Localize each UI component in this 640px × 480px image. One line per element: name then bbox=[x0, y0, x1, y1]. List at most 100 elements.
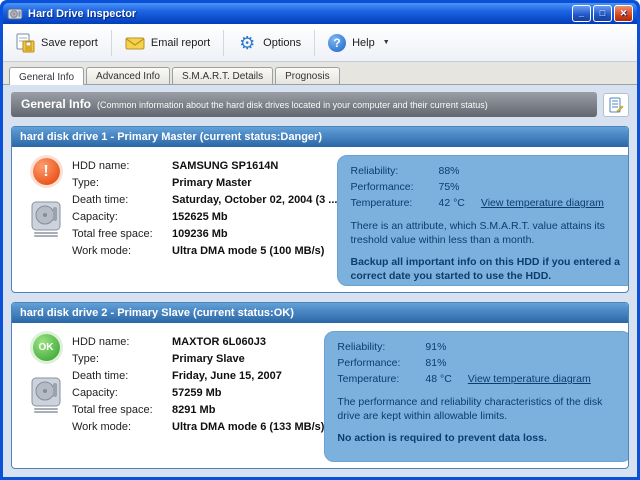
toolbar-separator bbox=[223, 30, 224, 56]
temperature-diagram-link[interactable]: View temperature diagram bbox=[468, 373, 591, 385]
stat-label: Temperature: bbox=[350, 197, 438, 209]
stat-row: Reliability: 88% bbox=[350, 163, 628, 179]
stat-label: Temperature: bbox=[337, 373, 425, 385]
titlebar: Hard Drive Inspector _ □ ✕ bbox=[3, 3, 637, 24]
field-label: Total free space: bbox=[72, 228, 172, 240]
drive-2-body: OK bbox=[12, 323, 628, 468]
tab-advanced-info[interactable]: Advanced Info bbox=[86, 67, 170, 84]
stat-value: 81% bbox=[425, 357, 446, 369]
field-label: Total free space: bbox=[72, 404, 172, 416]
stat-row: Performance: 81% bbox=[337, 355, 619, 371]
stat-label: Performance: bbox=[350, 181, 438, 193]
save-report-icon bbox=[15, 33, 35, 53]
drive-1-icon-column: ! bbox=[20, 155, 72, 286]
stat-row: Performance: 75% bbox=[350, 179, 628, 195]
field-row: Work mode: Ultra DMA mode 5 (100 MB/s) bbox=[72, 242, 337, 259]
field-row: Death time: Friday, June 15, 2007 bbox=[72, 367, 324, 384]
email-report-button[interactable]: Email report bbox=[117, 28, 218, 58]
field-value: 57259 Mb bbox=[172, 387, 222, 399]
drive-panel-2: hard disk drive 2 - Primary Slave (curre… bbox=[11, 302, 629, 469]
stat-row: Temperature: 42 °C View temperature diag… bbox=[350, 195, 628, 211]
field-value: SAMSUNG SP1614N bbox=[172, 160, 278, 172]
tab-prognosis[interactable]: Prognosis bbox=[275, 67, 339, 84]
drive-2-advice: No action is required to prevent data lo… bbox=[337, 432, 619, 446]
field-row: HDD name: MAXTOR 6L060J3 bbox=[72, 333, 324, 350]
field-value: Friday, June 15, 2007 bbox=[172, 370, 282, 382]
field-value: 109236 Mb bbox=[172, 228, 228, 240]
window-title: Hard Drive Inspector bbox=[28, 8, 567, 20]
tab-smart-details[interactable]: S.M.A.R.T. Details bbox=[172, 67, 273, 84]
drive-panel-1: hard disk drive 1 - Primary Master (curr… bbox=[11, 126, 629, 293]
toolbar-separator bbox=[111, 30, 112, 56]
field-value: Primary Slave bbox=[172, 353, 245, 365]
field-row: Type: Primary Slave bbox=[72, 350, 324, 367]
stat-row: Temperature: 48 °C View temperature diag… bbox=[337, 371, 619, 387]
stat-label: Reliability: bbox=[337, 341, 425, 353]
drive-2-fields: HDD name: MAXTOR 6L060J3 Type: Primary S… bbox=[72, 331, 324, 462]
field-value: Saturday, October 02, 2004 (3 ... bbox=[172, 194, 337, 206]
drive-1-fields: HDD name: SAMSUNG SP1614N Type: Primary … bbox=[72, 155, 337, 286]
app-window: Hard Drive Inspector _ □ ✕ bbox=[0, 0, 640, 480]
section-row: General Info (Common information about t… bbox=[11, 92, 629, 117]
save-report-button[interactable]: Save report bbox=[7, 28, 106, 58]
stat-value: 42 °C bbox=[438, 197, 464, 209]
stat-row: Reliability: 91% bbox=[337, 339, 619, 355]
field-label: Work mode: bbox=[72, 421, 172, 433]
field-label: Type: bbox=[72, 177, 172, 189]
field-value: 152625 Mb bbox=[172, 211, 228, 223]
email-report-icon bbox=[125, 33, 145, 53]
tabstrip: General Info Advanced Info S.M.A.R.T. De… bbox=[3, 62, 637, 85]
field-row: Capacity: 57259 Mb bbox=[72, 384, 324, 401]
section-header: General Info (Common information about t… bbox=[11, 92, 597, 117]
minimize-button[interactable]: _ bbox=[572, 5, 591, 22]
drive-2-message: The performance and reliability characte… bbox=[337, 396, 619, 423]
hdd-icon bbox=[30, 377, 62, 416]
section-subtitle: (Common information about the hard disk … bbox=[97, 93, 488, 118]
drive-2-header: hard disk drive 2 - Primary Slave (curre… bbox=[12, 303, 628, 323]
drive-1-message: There is an attribute, which S.M.A.R.T. … bbox=[350, 220, 628, 247]
stat-value: 88% bbox=[438, 165, 459, 177]
drive-1-header: hard disk drive 1 - Primary Master (curr… bbox=[12, 127, 628, 147]
help-button[interactable]: ? Help ▼ bbox=[320, 29, 398, 57]
options-label: Options bbox=[263, 37, 301, 49]
maximize-button[interactable]: □ bbox=[593, 5, 612, 22]
gear-icon: ⚙ bbox=[237, 33, 257, 53]
field-label: Work mode: bbox=[72, 245, 172, 257]
toolbar: Save report Email report ⚙ Options bbox=[3, 24, 637, 62]
drive-1-status-box: Reliability: 88% Performance: 75% Temper… bbox=[337, 155, 628, 286]
section-title: General Info bbox=[21, 92, 91, 117]
options-button[interactable]: ⚙ Options bbox=[229, 28, 309, 58]
field-row: Total free space: 109236 Mb bbox=[72, 225, 337, 242]
temperature-diagram-link[interactable]: View temperature diagram bbox=[481, 197, 604, 209]
field-value: Ultra DMA mode 6 (133 MB/s) bbox=[172, 421, 324, 433]
tab-general-info[interactable]: General Info bbox=[9, 67, 84, 85]
report-document-icon bbox=[608, 97, 624, 113]
drive-1-body: ! bbox=[12, 147, 628, 292]
app-icon bbox=[7, 6, 23, 22]
field-row: Capacity: 152625 Mb bbox=[72, 208, 337, 225]
field-row: Type: Primary Master bbox=[72, 174, 337, 191]
field-label: Capacity: bbox=[72, 387, 172, 399]
field-label: Capacity: bbox=[72, 211, 172, 223]
field-row: Death time: Saturday, October 02, 2004 (… bbox=[72, 191, 337, 208]
content-area: General Info (Common information about t… bbox=[3, 85, 637, 477]
field-label: HDD name: bbox=[72, 160, 172, 172]
stat-label: Performance: bbox=[337, 357, 425, 369]
close-button[interactable]: ✕ bbox=[614, 5, 633, 22]
stat-value: 91% bbox=[425, 341, 446, 353]
drive-2-icon-column: OK bbox=[20, 331, 72, 462]
drive-1-advice: Backup all important info on this HDD if… bbox=[350, 256, 628, 283]
help-icon: ? bbox=[328, 34, 346, 52]
drive-2-status-box: Reliability: 91% Performance: 81% Temper… bbox=[324, 331, 628, 462]
field-value: Ultra DMA mode 5 (100 MB/s) bbox=[172, 245, 324, 257]
email-report-label: Email report bbox=[151, 37, 210, 49]
field-value: MAXTOR 6L060J3 bbox=[172, 336, 266, 348]
help-label: Help bbox=[352, 37, 375, 49]
field-label: Death time: bbox=[72, 370, 172, 382]
chevron-down-icon: ▼ bbox=[383, 39, 390, 46]
stat-value: 75% bbox=[438, 181, 459, 193]
ok-status-icon: OK bbox=[33, 334, 60, 361]
field-row: Work mode: Ultra DMA mode 6 (133 MB/s) bbox=[72, 418, 324, 435]
report-view-button[interactable] bbox=[603, 93, 629, 117]
toolbar-separator bbox=[314, 30, 315, 56]
